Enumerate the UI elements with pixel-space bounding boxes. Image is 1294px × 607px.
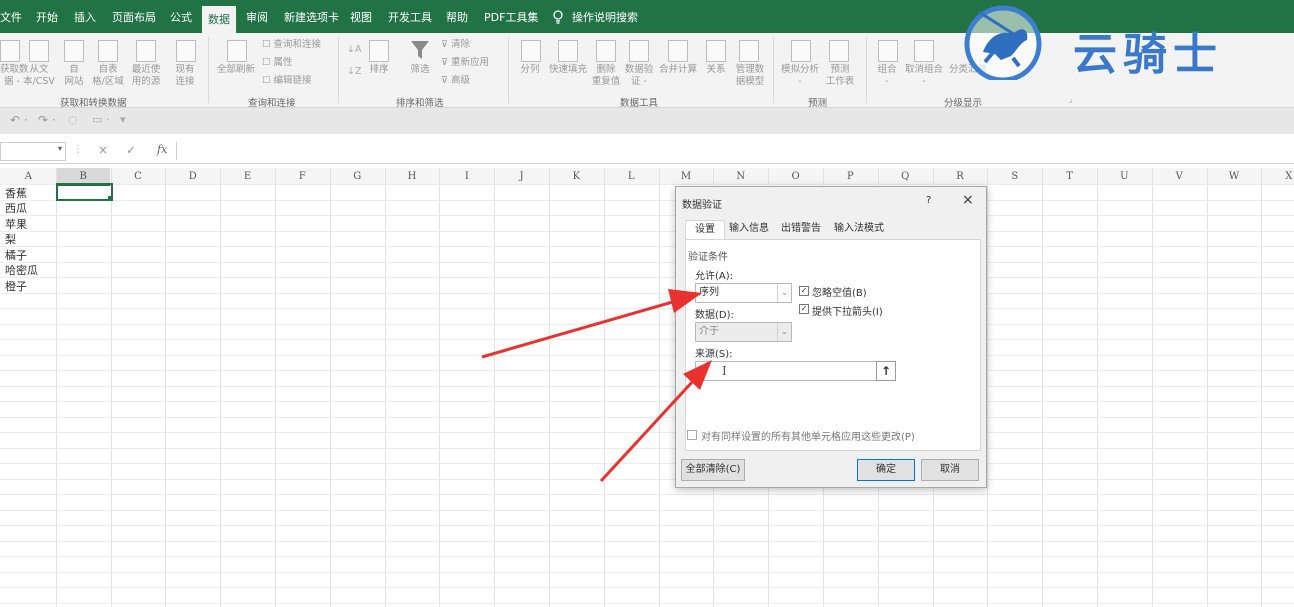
red-arrowhead-allow — [668, 289, 702, 313]
red-arrow-to-allow — [481, 299, 677, 359]
annotation-arrows — [481, 289, 712, 483]
red-arrow-to-source — [599, 378, 696, 483]
